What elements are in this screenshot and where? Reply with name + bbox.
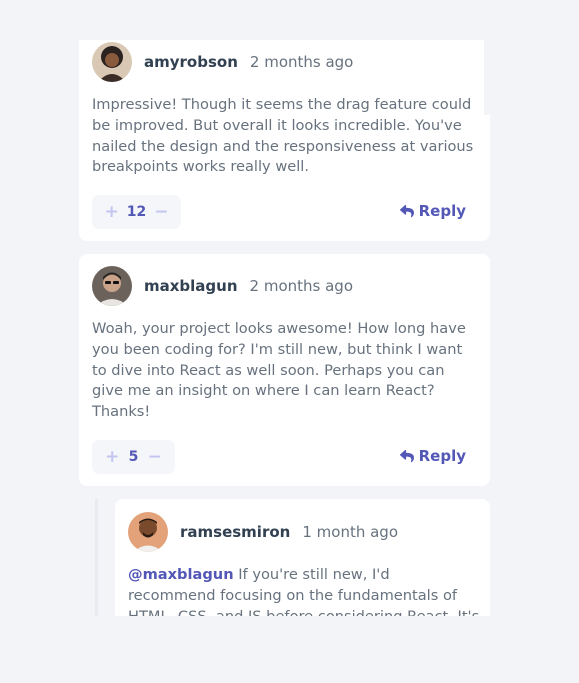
comment-date: 1 month ago bbox=[302, 523, 398, 541]
vote-counter: + 5 − bbox=[92, 440, 175, 474]
comment-date: 2 months ago bbox=[249, 277, 354, 295]
comments-section: amyrobson 2 months ago Impressive! Thoug… bbox=[0, 0, 579, 683]
page-background bbox=[0, 616, 579, 683]
mention-link[interactable]: @maxblagun bbox=[128, 566, 234, 583]
comment-card: amyrobson 2 months ago Impressive! Thoug… bbox=[79, 40, 490, 241]
reply-button[interactable]: Reply bbox=[399, 202, 466, 220]
downvote-button[interactable]: − bbox=[147, 447, 163, 467]
vote-counter: + 12 − bbox=[92, 195, 181, 229]
username[interactable]: amyrobson bbox=[144, 53, 238, 71]
comment-header: ramsesmiron 1 month ago bbox=[128, 512, 398, 552]
comment-card: maxblagun 2 months ago Woah, your projec… bbox=[79, 254, 490, 486]
comment-body: Impressive! Though it seems the drag fea… bbox=[92, 96, 474, 176]
card-edge bbox=[484, 40, 490, 115]
comment-body: Woah, your project looks awesome! How lo… bbox=[92, 320, 466, 421]
comment-header: amyrobson 2 months ago bbox=[92, 42, 353, 82]
comment-date: 2 months ago bbox=[249, 53, 354, 71]
upvote-button[interactable]: + bbox=[104, 447, 120, 467]
reply-thread-line bbox=[95, 499, 98, 616]
avatar bbox=[92, 42, 132, 82]
avatar bbox=[92, 266, 132, 306]
comment-header: maxblagun 2 months ago bbox=[92, 266, 353, 306]
reply-label: Reply bbox=[418, 447, 466, 465]
username[interactable]: maxblagun bbox=[144, 277, 238, 295]
downvote-button[interactable]: − bbox=[153, 202, 169, 222]
vote-score: 12 bbox=[126, 204, 147, 220]
reply-label: Reply bbox=[418, 202, 466, 220]
reply-arrow-icon bbox=[399, 204, 414, 217]
upvote-button[interactable]: + bbox=[104, 202, 120, 222]
reply-card: ramsesmiron 1 month ago @maxblagun If yo… bbox=[115, 499, 490, 645]
vote-score: 5 bbox=[128, 449, 139, 465]
username[interactable]: ramsesmiron bbox=[180, 523, 290, 541]
reply-arrow-icon bbox=[399, 449, 414, 462]
avatar bbox=[128, 512, 168, 552]
reply-button[interactable]: Reply bbox=[399, 447, 466, 465]
